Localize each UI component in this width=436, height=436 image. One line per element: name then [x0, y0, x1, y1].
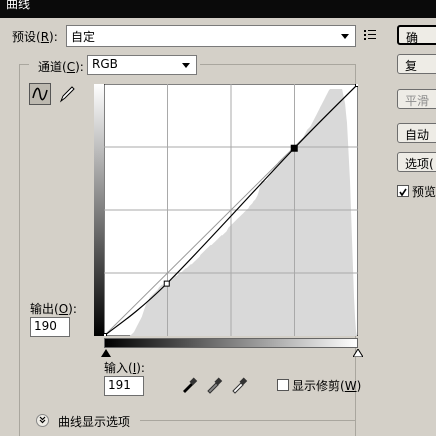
pencil-icon: [59, 86, 75, 103]
channel-dropdown[interactable]: RGB: [87, 55, 197, 75]
white-point-slider[interactable]: [353, 349, 363, 357]
input-field[interactable]: 191: [104, 376, 144, 396]
ok-button[interactable]: 确: [397, 25, 436, 45]
curve-display-options-label: 曲线显示选项: [58, 413, 135, 430]
curve-edit-tool-button[interactable]: [29, 83, 51, 105]
options-button[interactable]: 选项(: [397, 152, 436, 172]
preview-label: 预览: [412, 185, 436, 199]
pencil-tool-button[interactable]: [56, 83, 78, 105]
output-field[interactable]: 190: [30, 317, 70, 337]
window-title: 曲线: [6, 0, 31, 11]
checkmark-icon: [399, 188, 407, 197]
output-gradient-bar: [94, 84, 104, 336]
show-clipping-label: 显示修剪(W): [292, 379, 362, 393]
curve-point[interactable]: [104, 333, 107, 337]
preset-dropdown[interactable]: 自定: [66, 25, 356, 47]
expand-options-button[interactable]: [36, 414, 49, 427]
chevron-down-icon: [341, 34, 349, 39]
double-chevron-down-icon: [39, 416, 46, 424]
black-eyedropper-icon[interactable]: [180, 376, 198, 394]
white-eyedropper-icon[interactable]: [230, 376, 248, 394]
curve-tool-icon: [32, 87, 48, 101]
show-clipping-checkbox[interactable]: [277, 379, 289, 391]
curve-point[interactable]: [163, 280, 170, 287]
group-frame-left: [19, 64, 20, 436]
preset-value: 自定: [71, 30, 96, 44]
output-label: 输出(O):: [30, 302, 77, 316]
title-bar: 曲线: [0, 0, 436, 18]
preset-options-icon[interactable]: [364, 29, 378, 41]
curve-point[interactable]: [355, 84, 359, 87]
curve-graph[interactable]: [104, 84, 358, 336]
group-frame-top-left: [19, 64, 29, 65]
black-point-slider[interactable]: [101, 349, 111, 357]
channel-label: 通道(C):: [36, 58, 86, 75]
input-label: 输入(I):: [104, 361, 145, 375]
preset-label: 预设(R):: [12, 30, 58, 44]
auto-button[interactable]: 自动: [397, 123, 436, 143]
chevron-down-icon: [182, 63, 190, 68]
group-frame-bottom: [140, 420, 355, 421]
curve-point-selected[interactable]: [290, 144, 298, 152]
group-frame-top-right: [200, 64, 355, 65]
gray-eyedropper-icon[interactable]: [205, 376, 223, 394]
smooth-button[interactable]: 平滑: [397, 89, 436, 109]
channel-value: RGB: [92, 57, 118, 71]
input-gradient-bar: [104, 338, 358, 348]
reset-button[interactable]: 复: [397, 54, 436, 74]
preview-checkbox[interactable]: [397, 185, 409, 197]
